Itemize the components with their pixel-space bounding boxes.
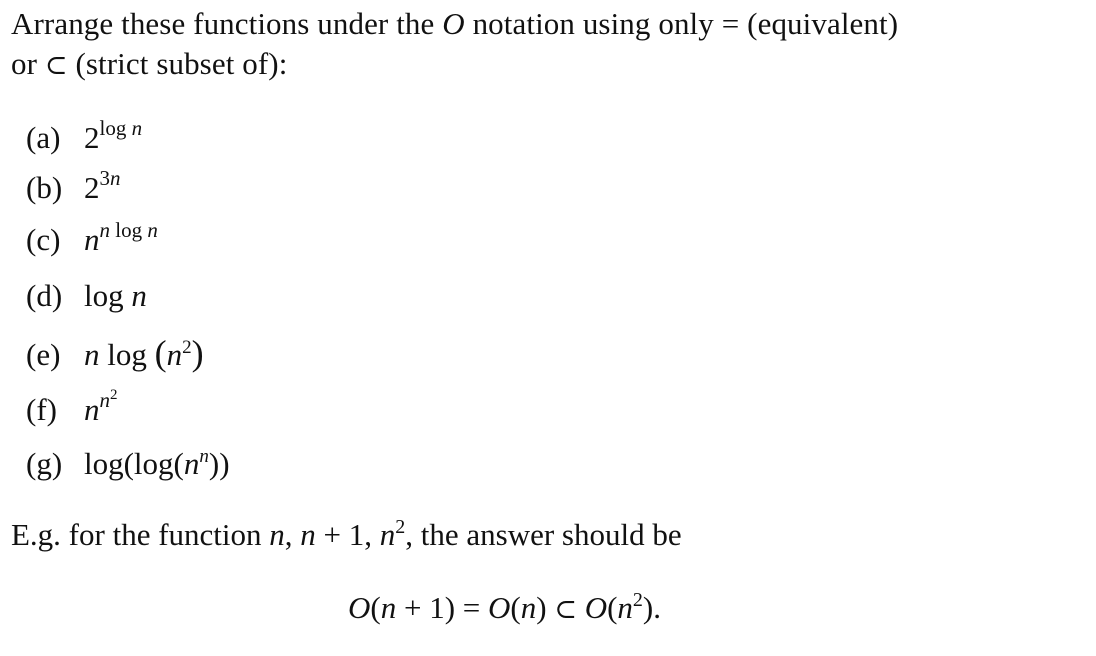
example-text: E.g. for the function n, n + 1, n2, the … (11, 516, 682, 552)
function-expression: 2log n (84, 116, 142, 156)
example-suffix: the answer should be (420, 517, 682, 552)
function-item-g: (g) log(log(nn)) (26, 446, 230, 482)
item-label: (c) (26, 222, 61, 257)
item-label: (a) (26, 120, 61, 155)
expr-base: 2 (84, 170, 100, 205)
statement-text: (strict subset of): (67, 46, 288, 81)
function-item-e: (e) n log (n2) (26, 332, 204, 374)
item-label: (g) (26, 446, 63, 481)
function-item-a: (a) 2log n (26, 116, 142, 156)
item-label: (b) (26, 170, 63, 205)
function-item-d: (d) log n (26, 278, 147, 314)
expr-base: 2 (84, 120, 100, 155)
function-item-f: (f) nn2 (26, 387, 118, 428)
expr-exponent: 3n (99, 166, 121, 190)
function-expression: log n (84, 278, 147, 313)
expr-exponent: n log n (99, 218, 158, 242)
function-expression: n log (n2) (84, 333, 204, 373)
function-item-b: (b) 23n (26, 166, 121, 206)
problem-statement: Arrange these functions under the O nota… (11, 4, 1091, 86)
expr-exponent: n2 (99, 387, 118, 412)
statement-text: or (11, 46, 45, 81)
example-prefix: E.g. for the function (11, 517, 270, 552)
expr-exponent: log n (99, 116, 143, 140)
function-expression: nn2 (84, 387, 118, 428)
statement-text: notation using only (464, 6, 722, 41)
statement-line-2: or ⊂ (strict subset of): (11, 44, 1091, 86)
item-label: (f) (26, 392, 57, 427)
item-label: (d) (26, 278, 63, 313)
function-expression: 23n (84, 166, 121, 206)
statement-line-1: Arrange these functions under the O nota… (11, 4, 1091, 44)
problem-page: Arrange these functions under the O nota… (0, 0, 1096, 656)
function-expression: log(log(nn)) (84, 446, 230, 481)
function-item-c: (c) nn log n (26, 218, 158, 258)
big-o-symbol: O (442, 6, 465, 41)
example-answer: O(n + 1) = O(n) ⊂ O(n2). (348, 589, 661, 625)
item-label: (e) (26, 337, 61, 372)
statement-text: Arrange these functions under the (11, 6, 443, 41)
expr-base: n (84, 222, 100, 257)
statement-text: (equivalent) (739, 6, 899, 41)
equals-symbol: = (721, 6, 740, 41)
subset-symbol: ⊂ (44, 50, 68, 81)
function-expression: nn log n (84, 218, 158, 258)
expr-base: n (84, 392, 100, 427)
